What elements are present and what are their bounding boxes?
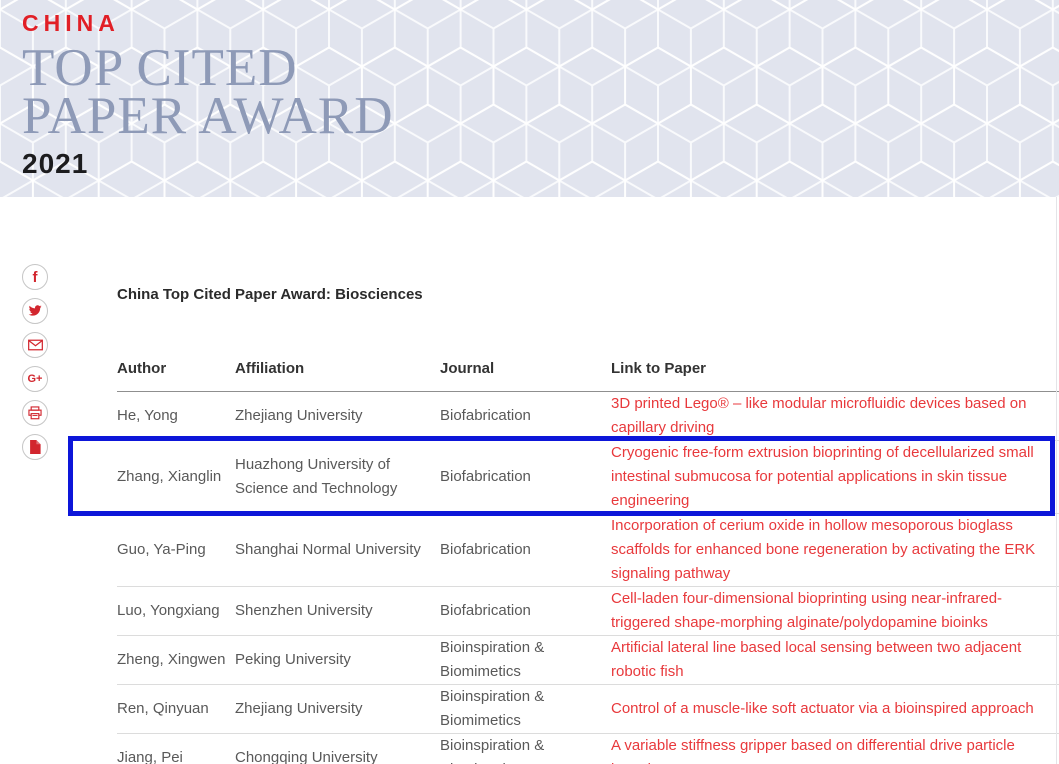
twitter-icon (28, 305, 42, 317)
papers-table-header: Author Affiliation Journal Link to Paper (117, 353, 1059, 392)
paper-link[interactable]: Cryogenic free-form extrusion bioprintin… (611, 444, 1034, 509)
printer-icon (28, 406, 42, 420)
award-title-line2: PAPER AWARD (22, 92, 394, 140)
affiliation-cell: Zhejiang University (235, 404, 440, 428)
author-cell: Jiang, Pei (117, 746, 235, 764)
award-title-line1: TOP CITED (22, 44, 394, 92)
journal-cell: Biofabrication (440, 599, 611, 623)
journal-cell: Biofabrication (440, 404, 611, 428)
affiliation-cell: Shanghai Normal University (235, 538, 440, 562)
brand-china: CHINA (22, 10, 394, 37)
paper-link[interactable]: 3D printed Lego® – like modular microflu… (611, 395, 1026, 436)
column-header-link: Link to Paper (611, 357, 1059, 381)
column-header-journal: Journal (440, 357, 611, 381)
section-title: China Top Cited Paper Award: Biosciences (117, 286, 1059, 303)
document-icon (29, 440, 41, 454)
table-row-highlighted: Zhang, Xianglin Huazhong University of S… (117, 441, 1059, 514)
document-button[interactable] (22, 434, 48, 460)
journal-cell: Bioinspiration & Biomimetics (440, 685, 611, 733)
author-cell: He, Yong (117, 404, 235, 428)
twitter-share-button[interactable] (22, 298, 48, 324)
google-plus-share-button[interactable]: G+ (22, 366, 48, 392)
paper-link[interactable]: Control of a muscle-like soft actuator v… (611, 700, 1034, 717)
affiliation-cell: Peking University (235, 648, 440, 672)
column-header-author: Author (117, 357, 235, 381)
author-cell: Guo, Ya-Ping (117, 538, 235, 562)
column-header-affiliation: Affiliation (235, 357, 440, 381)
papers-table-body: He, Yong Zhejiang University Biofabricat… (117, 392, 1059, 764)
social-share-rail: f G+ (22, 264, 48, 460)
papers-table: Author Affiliation Journal Link to Paper… (117, 353, 1059, 764)
table-row: Jiang, Pei Chongqing University Bioinspi… (117, 734, 1059, 764)
award-banner: CHINA TOP CITED PAPER AWARD 2021 (0, 0, 1059, 197)
paper-link[interactable]: A variable stiffness gripper based on di… (611, 737, 1015, 764)
paper-link[interactable]: Incorporation of cerium oxide in hollow … (611, 517, 1035, 582)
journal-cell: Biofabrication (440, 465, 611, 489)
award-year: 2021 (22, 148, 394, 180)
affiliation-cell: Shenzhen University (235, 599, 440, 623)
facebook-icon: f (33, 270, 38, 285)
print-button[interactable] (22, 400, 48, 426)
author-cell: Luo, Yongxiang (117, 599, 235, 623)
table-row: Ren, Qinyuan Zhejiang University Bioinsp… (117, 685, 1059, 734)
journal-cell: Bioinspiration & Biomimetics (440, 734, 611, 764)
table-row: He, Yong Zhejiang University Biofabricat… (117, 392, 1059, 441)
award-title: TOP CITED PAPER AWARD (22, 44, 394, 140)
facebook-share-button[interactable]: f (22, 264, 48, 290)
affiliation-cell: Huazhong University of Science and Techn… (235, 453, 440, 501)
author-cell: Zheng, Xingwen (117, 648, 235, 672)
table-row: Luo, Yongxiang Shenzhen University Biofa… (117, 587, 1059, 636)
author-cell: Ren, Qinyuan (117, 697, 235, 721)
table-row: Zheng, Xingwen Peking University Bioinsp… (117, 636, 1059, 685)
paper-link[interactable]: Cell-laden four-dimensional bioprinting … (611, 590, 1002, 631)
email-share-button[interactable] (22, 332, 48, 358)
affiliation-cell: Chongqing University (235, 746, 440, 764)
google-plus-icon: G+ (28, 374, 43, 385)
journal-cell: Biofabrication (440, 538, 611, 562)
table-row: Guo, Ya-Ping Shanghai Normal University … (117, 514, 1059, 587)
author-cell: Zhang, Xianglin (117, 465, 235, 489)
email-icon (28, 339, 43, 351)
journal-cell: Bioinspiration & Biomimetics (440, 636, 611, 684)
paper-link[interactable]: Artificial lateral line based local sens… (611, 639, 1021, 680)
main-content: China Top Cited Paper Award: Biosciences… (117, 286, 1059, 764)
affiliation-cell: Zhejiang University (235, 697, 440, 721)
